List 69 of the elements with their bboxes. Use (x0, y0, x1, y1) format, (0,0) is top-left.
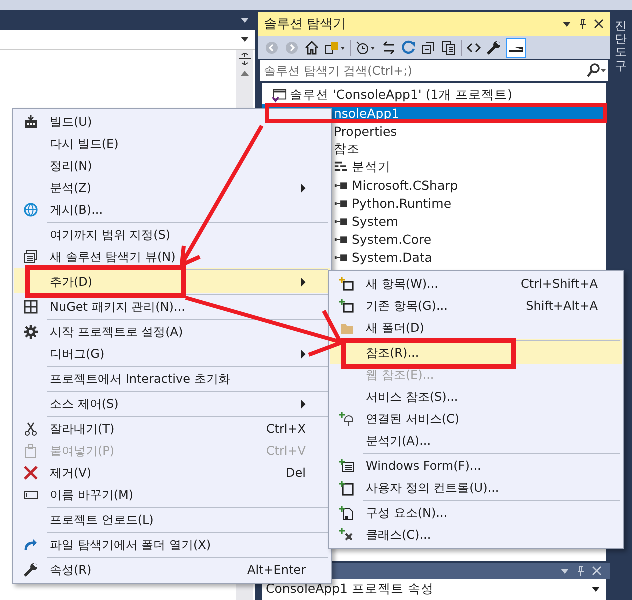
menu-item[interactable]: 서비스 참조(S)... (330, 386, 622, 408)
pin-icon[interactable] (578, 19, 588, 29)
search-icon[interactable] (586, 60, 608, 81)
menu-item[interactable]: 추가(D) (14, 268, 330, 293)
curved-arrow-icon (23, 537, 39, 553)
globe-icon (23, 202, 39, 218)
shortcut-label: Ctrl+X (266, 422, 306, 436)
menu-item[interactable]: 잘라내기(T) Ctrl+X (14, 415, 330, 440)
clipboard-icon (23, 443, 39, 459)
brick-icon (23, 114, 39, 130)
plug-icon (339, 411, 355, 427)
class-icon (339, 527, 355, 543)
menu-item[interactable]: 다시 빌드(E) (14, 133, 330, 155)
menu-item[interactable]: 이름 바꾸기(M) (14, 484, 330, 506)
wrench-icon (23, 562, 39, 578)
swap-arrows-icon[interactable] (381, 40, 397, 56)
gear-icon (23, 324, 39, 340)
history-icon[interactable] (355, 40, 377, 56)
shortcut-label: Ctrl+V (266, 444, 306, 458)
component-icon (339, 505, 355, 521)
tab-list-dropdown-icon[interactable] (241, 18, 249, 22)
menu-item[interactable]: 새 항목(W)... Ctrl+Shift+A (330, 273, 622, 295)
menu-item[interactable]: 디버그(G) (14, 343, 330, 365)
menu-item[interactable]: 제거(V) Del (14, 462, 330, 484)
scroll-up-icon[interactable] (240, 71, 248, 76)
menu-item[interactable]: 새 폴더(D) (330, 317, 622, 339)
shortcut-label: Ctrl+Shift+A (521, 277, 598, 291)
collapse-icon[interactable] (421, 40, 437, 56)
menu-item[interactable]: 파일 탐색기에서 폴더 열기(X) (14, 531, 330, 556)
analyzer-icon (334, 160, 349, 174)
search-field[interactable]: 솔루션 탐색기 검색(Ctrl+;) (260, 60, 586, 81)
menu-item[interactable]: 프로젝트 언로드(L) (14, 506, 330, 531)
menu-item[interactable]: 속성(R) Alt+Enter (14, 556, 330, 581)
object-dropdown[interactable]: ConsoleApp1 프로젝트 속성 (262, 579, 606, 600)
control-icon (339, 480, 355, 496)
menu-item[interactable]: 분석기(A)... (330, 430, 622, 452)
form-icon (339, 458, 355, 474)
menu-item[interactable]: 구성 요소(N)... (330, 499, 622, 524)
menu-item[interactable]: 소스 제어(S) (14, 390, 330, 415)
shortcut-label: Del (286, 466, 306, 480)
grid-icon (23, 299, 39, 315)
add-item-icon (339, 298, 355, 314)
refresh-icon[interactable] (401, 40, 417, 56)
window-icon (23, 249, 39, 265)
menu-item[interactable]: 사용자 정의 컨트롤(U)... (330, 477, 622, 499)
menu-item[interactable]: Windows Form(F)... (330, 452, 622, 477)
close-icon[interactable] (594, 19, 604, 29)
caret-icon[interactable] (562, 19, 572, 29)
wrench-icon[interactable] (486, 40, 502, 56)
menu-item[interactable]: 연결된 서비스(C) (330, 408, 622, 430)
shortcut-label: Alt+Enter (247, 563, 306, 577)
home-icon[interactable] (304, 40, 320, 56)
split-icon[interactable] (238, 53, 250, 65)
panel-title: 솔루션 탐색기 (264, 16, 346, 33)
menu-item[interactable]: NuGet 패키지 관리(N)... (14, 293, 330, 318)
tree-item[interactable]: 솔루션 'ConsoleApp1' (1개 프로젝트) (262, 86, 606, 104)
menu-item[interactable]: 기존 항목(G)... Shift+Alt+A (330, 295, 622, 317)
shortcut-label: Shift+Alt+A (526, 299, 598, 313)
caret-icon[interactable] (241, 37, 249, 42)
side-tab[interactable]: 진단 도구 (615, 20, 627, 73)
scissors-icon (23, 421, 39, 437)
cross-icon (23, 465, 39, 481)
new-item-icon (339, 276, 355, 292)
menu-item[interactable]: 클래스(C)... (330, 524, 622, 546)
copy-icon[interactable] (441, 40, 457, 56)
menu-item[interactable]: 프로젝트에서 Interactive 초기화 (14, 365, 330, 390)
solution-icon (272, 88, 287, 102)
caret-icon[interactable] (592, 587, 600, 592)
menu-item[interactable]: 시작 프로젝트로 설정(A) (14, 318, 330, 343)
